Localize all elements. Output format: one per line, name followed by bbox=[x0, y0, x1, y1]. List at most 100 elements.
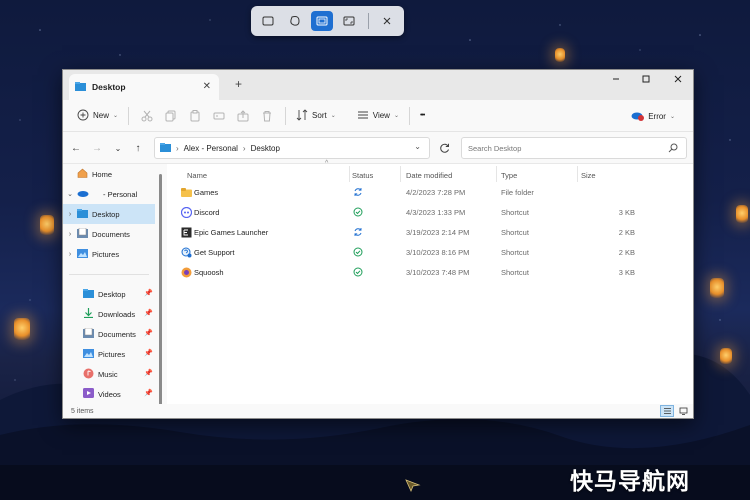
refresh-icon[interactable] bbox=[433, 137, 455, 159]
rename-icon[interactable] bbox=[207, 104, 231, 128]
pin-icon[interactable]: 📌 bbox=[144, 309, 153, 317]
sync-pending-icon bbox=[353, 187, 363, 199]
cut-icon[interactable] bbox=[135, 104, 159, 128]
column-header-date[interactable]: Date modified bbox=[406, 167, 452, 183]
freeform-snip-icon[interactable] bbox=[284, 11, 305, 31]
rectangle-snip-icon[interactable] bbox=[257, 11, 278, 31]
pin-icon[interactable]: 📌 bbox=[144, 369, 153, 377]
new-button[interactable]: New ⌄ bbox=[73, 104, 122, 128]
sidebar-item-documents[interactable]: › Documents bbox=[63, 224, 155, 244]
divider bbox=[128, 106, 130, 125]
quick-access-music[interactable]: Music 📌 bbox=[63, 364, 155, 384]
file-name: Squoosh bbox=[194, 268, 224, 277]
file-date: 3/10/2023 8:16 PM bbox=[406, 248, 470, 257]
breadcrumb-alex-personal[interactable]: Alex - Personal bbox=[184, 144, 238, 153]
sidebar-item-desktop[interactable]: › Desktop bbox=[63, 204, 155, 224]
main-area: Home ⌄ - Personal › Desktop › Documents … bbox=[63, 160, 693, 406]
sidebar-item-pictures[interactable]: › Pictures bbox=[63, 244, 155, 264]
synced-check-icon bbox=[353, 207, 363, 219]
copy-icon[interactable] bbox=[159, 104, 183, 128]
address-bar[interactable]: › Alex - Personal › Desktop ⌄ bbox=[154, 137, 430, 159]
more-options-button[interactable]: ••• bbox=[416, 104, 428, 128]
address-dropdown-icon[interactable]: ⌄ bbox=[414, 142, 421, 151]
error-label: Error bbox=[648, 111, 666, 121]
sync-pending-icon bbox=[353, 227, 363, 239]
close-icon[interactable] bbox=[663, 70, 693, 88]
music-icon bbox=[83, 368, 94, 381]
maximize-icon[interactable] bbox=[631, 70, 661, 88]
forward-arrow-icon[interactable]: → bbox=[88, 137, 106, 159]
file-name: Discord bbox=[194, 208, 220, 217]
sidebar-item-label: Pictures bbox=[98, 349, 126, 359]
table-row[interactable]: Epic Games Launcher 3/19/2023 2:14 PM Sh… bbox=[177, 223, 637, 243]
nav-scrollbar[interactable] bbox=[159, 174, 162, 406]
divider bbox=[349, 166, 350, 182]
status-bar: 5 items bbox=[63, 404, 693, 418]
synced-check-icon bbox=[353, 247, 363, 259]
chevron-down-icon[interactable]: ⌄ bbox=[63, 190, 77, 198]
minimize-icon[interactable] bbox=[601, 70, 631, 88]
fullscreen-snip-icon[interactable] bbox=[339, 11, 360, 31]
discord-icon bbox=[180, 206, 193, 220]
chevron-right-icon[interactable]: › bbox=[63, 211, 77, 218]
sidebar-item-onedrive[interactable]: ⌄ - Personal bbox=[63, 184, 155, 204]
mouse-cursor-icon bbox=[405, 479, 421, 492]
file-size: 3 KB bbox=[618, 208, 635, 217]
window-snip-icon[interactable] bbox=[311, 11, 333, 31]
chevron-right-icon[interactable]: › bbox=[63, 231, 77, 238]
file-date: 4/3/2023 1:33 PM bbox=[406, 208, 466, 217]
sort-button[interactable]: Sort ⌄ bbox=[292, 104, 340, 128]
quick-access-pictures[interactable]: Pictures 📌 bbox=[63, 344, 155, 364]
pin-icon[interactable]: 📌 bbox=[144, 349, 153, 357]
column-header-status[interactable]: Status bbox=[352, 167, 373, 183]
file-date: 3/19/2023 2:14 PM bbox=[406, 228, 470, 237]
divider bbox=[367, 13, 369, 29]
pin-icon[interactable]: 📌 bbox=[144, 329, 153, 337]
table-row[interactable]: Get Support 3/10/2023 8:16 PM Shortcut 2… bbox=[177, 243, 637, 263]
delete-icon[interactable] bbox=[255, 104, 279, 128]
view-lines-icon bbox=[357, 109, 369, 123]
column-header-name[interactable]: Name bbox=[187, 167, 207, 183]
breadcrumb-separator-icon: › bbox=[176, 143, 179, 153]
navigation-pane: Home ⌄ - Personal › Desktop › Documents … bbox=[63, 164, 159, 404]
details-view-icon[interactable] bbox=[660, 405, 674, 417]
tiles-view-icon[interactable] bbox=[676, 405, 690, 417]
new-tab-button[interactable]: + bbox=[235, 77, 242, 91]
file-type: Shortcut bbox=[501, 268, 529, 277]
videos-icon bbox=[83, 388, 94, 400]
search-placeholder: Search Desktop bbox=[468, 143, 522, 153]
back-arrow-icon[interactable]: ← bbox=[67, 137, 85, 159]
pin-icon[interactable]: 📌 bbox=[144, 289, 153, 297]
quick-access-documents[interactable]: Documents 📌 bbox=[63, 324, 155, 344]
sidebar-item-label: Home bbox=[92, 169, 113, 179]
column-header-type[interactable]: Type bbox=[501, 167, 517, 183]
search-input[interactable]: Search Desktop bbox=[461, 137, 687, 159]
command-bar: New ⌄ Sort ⌄ View ⌄ ••• Error ⌄ bbox=[63, 100, 693, 132]
share-icon[interactable] bbox=[231, 104, 255, 128]
close-icon[interactable] bbox=[377, 11, 398, 31]
quick-access-videos[interactable]: Videos 📌 bbox=[63, 384, 155, 404]
quick-access-desktop[interactable]: Desktop 📌 bbox=[63, 284, 155, 304]
tab-label: Desktop bbox=[92, 82, 126, 92]
file-explorer-window: Desktop ✕ + New ⌄ Sort ⌄ View ⌄ ••• Erro… bbox=[62, 69, 694, 419]
sidebar-item-home[interactable]: Home bbox=[63, 164, 155, 184]
tab-desktop[interactable]: Desktop ✕ bbox=[69, 74, 219, 100]
tab-close-icon[interactable]: ✕ bbox=[203, 81, 211, 92]
breadcrumb-desktop[interactable]: Desktop bbox=[251, 144, 280, 153]
file-size: 2 KB bbox=[618, 248, 635, 257]
quick-access-downloads[interactable]: Downloads 📌 bbox=[63, 304, 155, 324]
file-name: Get Support bbox=[194, 248, 235, 257]
chevron-right-icon[interactable]: › bbox=[63, 251, 77, 258]
table-row[interactable]: Discord 4/3/2023 1:33 PM Shortcut 3 KB bbox=[177, 203, 637, 223]
table-row[interactable]: Games 4/2/2023 7:28 PM File folder bbox=[177, 183, 637, 203]
table-row[interactable]: Squoosh 3/10/2023 7:48 PM Shortcut 3 KB bbox=[177, 263, 637, 283]
file-type: Shortcut bbox=[501, 248, 529, 257]
view-button[interactable]: View ⌄ bbox=[353, 104, 403, 128]
column-header-size[interactable]: Size bbox=[581, 167, 596, 183]
pictures-icon bbox=[77, 248, 88, 260]
paste-icon[interactable] bbox=[183, 104, 207, 128]
recent-chevron-icon[interactable]: ⌄ bbox=[109, 137, 127, 159]
pin-icon[interactable]: 📌 bbox=[144, 389, 153, 397]
up-arrow-icon[interactable]: ↑ bbox=[129, 137, 147, 159]
error-status-button[interactable]: Error ⌄ bbox=[627, 104, 679, 128]
